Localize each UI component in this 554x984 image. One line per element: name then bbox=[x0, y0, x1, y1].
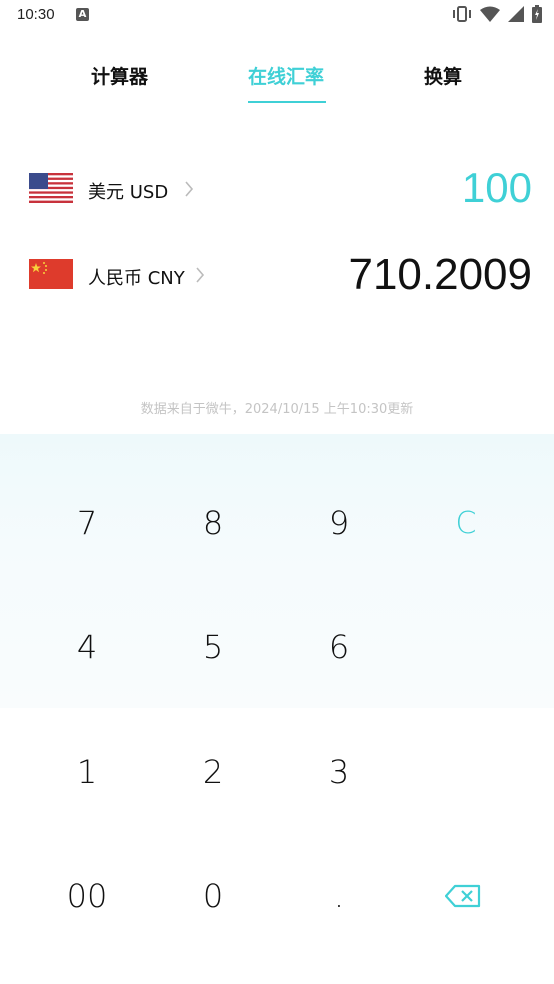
active-tab-indicator bbox=[248, 101, 326, 103]
amount-cny[interactable]: 710.2009 bbox=[348, 250, 532, 300]
currency-label-usd: 美元 USD bbox=[88, 182, 169, 203]
currency-row-usd[interactable]: 美元 USD 100 bbox=[0, 158, 554, 218]
backspace-icon bbox=[445, 884, 481, 908]
status-bar: 10:30 A bbox=[0, 0, 554, 30]
currency-row-cny[interactable]: 人民币 CNY 710.2009 bbox=[0, 244, 554, 304]
key-00[interactable]: 00 bbox=[24, 834, 150, 958]
key-3[interactable]: 3 bbox=[276, 710, 402, 834]
amount-usd[interactable]: 100 bbox=[462, 164, 532, 212]
key-2[interactable]: 2 bbox=[150, 710, 276, 834]
status-time: 10:30 bbox=[17, 6, 55, 23]
key-clear[interactable]: C bbox=[403, 461, 529, 585]
cell-signal-icon bbox=[508, 6, 524, 22]
tab-conversion[interactable]: 换算 bbox=[424, 62, 462, 89]
us-flag-icon bbox=[29, 173, 73, 203]
chevron-right-icon bbox=[185, 181, 194, 197]
battery-icon bbox=[532, 5, 542, 23]
key-8[interactable]: 8 bbox=[150, 461, 276, 585]
tab-bar: 计算器 在线汇率 换算 bbox=[0, 50, 554, 110]
key-6[interactable]: 6 bbox=[276, 585, 402, 709]
key-decimal[interactable]: . bbox=[276, 834, 402, 958]
rate-source-note: 数据来自于微牛，2024/10/15 上午10:30更新 bbox=[140, 402, 414, 417]
tab-calculator[interactable]: 计算器 bbox=[91, 62, 148, 89]
key-backspace[interactable] bbox=[400, 834, 526, 958]
keypad: 7 8 9 C 4 5 6 1 2 3 00 0 . bbox=[0, 434, 554, 984]
key-9[interactable]: 9 bbox=[276, 461, 402, 585]
wifi-icon bbox=[480, 6, 500, 22]
cn-flag-icon bbox=[29, 259, 73, 289]
currency-label-cny: 人民币 CNY bbox=[88, 268, 185, 289]
key-7[interactable]: 7 bbox=[24, 461, 150, 585]
key-5[interactable]: 5 bbox=[150, 585, 276, 709]
status-icons bbox=[452, 5, 542, 23]
key-4[interactable]: 4 bbox=[24, 585, 150, 709]
key-0[interactable]: 0 bbox=[150, 834, 276, 958]
notification-icon: A bbox=[76, 8, 89, 21]
vibrate-icon bbox=[453, 6, 471, 22]
key-1[interactable]: 1 bbox=[24, 710, 150, 834]
tab-online-exchange-rate[interactable]: 在线汇率 bbox=[248, 62, 324, 89]
chevron-right-icon bbox=[196, 267, 205, 283]
